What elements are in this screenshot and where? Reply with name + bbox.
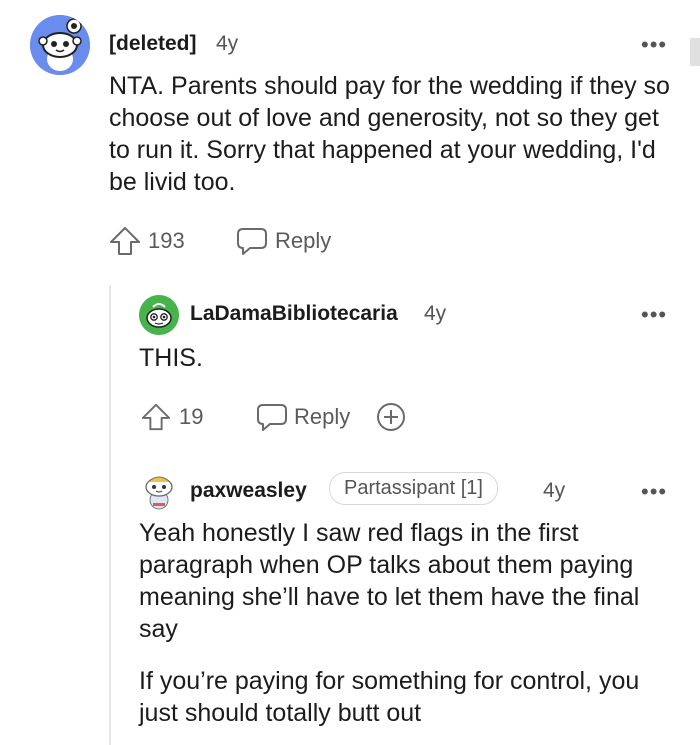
vote-count: 193 [148,228,185,253]
more-options-button[interactable]: ••• [641,304,667,326]
avatar [139,295,179,335]
comment-bubble-icon [257,404,287,431]
reply-button[interactable]: Reply [256,402,350,432]
upvote-arrow-icon [110,227,140,255]
scrollbar[interactable] [690,38,700,66]
upvote-button[interactable]: 19 [141,402,203,432]
snoo-avatar-icon [145,476,173,510]
comment-body: THIS. [139,344,203,372]
comment-paragraph: If you’re paying for something for contr… [139,667,640,727]
username[interactable]: paxweasley [190,479,307,503]
avatar [139,470,179,510]
upvote-button[interactable]: 193 [109,226,185,256]
reply-button[interactable]: Reply [236,226,331,256]
comment-paragraph: Yeah honestly I saw red flags in the fir… [139,519,640,643]
timestamp: 4y [216,32,239,55]
username[interactable]: LaDamaBibliotecaria [190,302,398,326]
reply-label: Reply [294,404,351,429]
snoo-avatar-icon [139,295,179,335]
user-flair: Partassipant [1] [329,472,498,505]
comment-body: NTA. Parents should pay for the wedding … [109,72,670,196]
reply-label: Reply [275,228,332,253]
plus-circle-icon [377,403,405,431]
snoo-avatar-icon [30,15,90,75]
upvote-arrow-icon [141,403,171,431]
more-options-button[interactable]: ••• [641,481,667,503]
vote-count: 19 [179,404,204,429]
expand-thread-button[interactable] [376,402,406,432]
timestamp: 4y [424,302,447,325]
avatar [30,15,90,75]
timestamp: 4y [543,479,566,502]
comment-bubble-icon [237,228,267,255]
username[interactable]: [deleted] [109,32,197,56]
more-options-button[interactable]: ••• [641,34,667,56]
thread-line[interactable] [109,285,111,745]
